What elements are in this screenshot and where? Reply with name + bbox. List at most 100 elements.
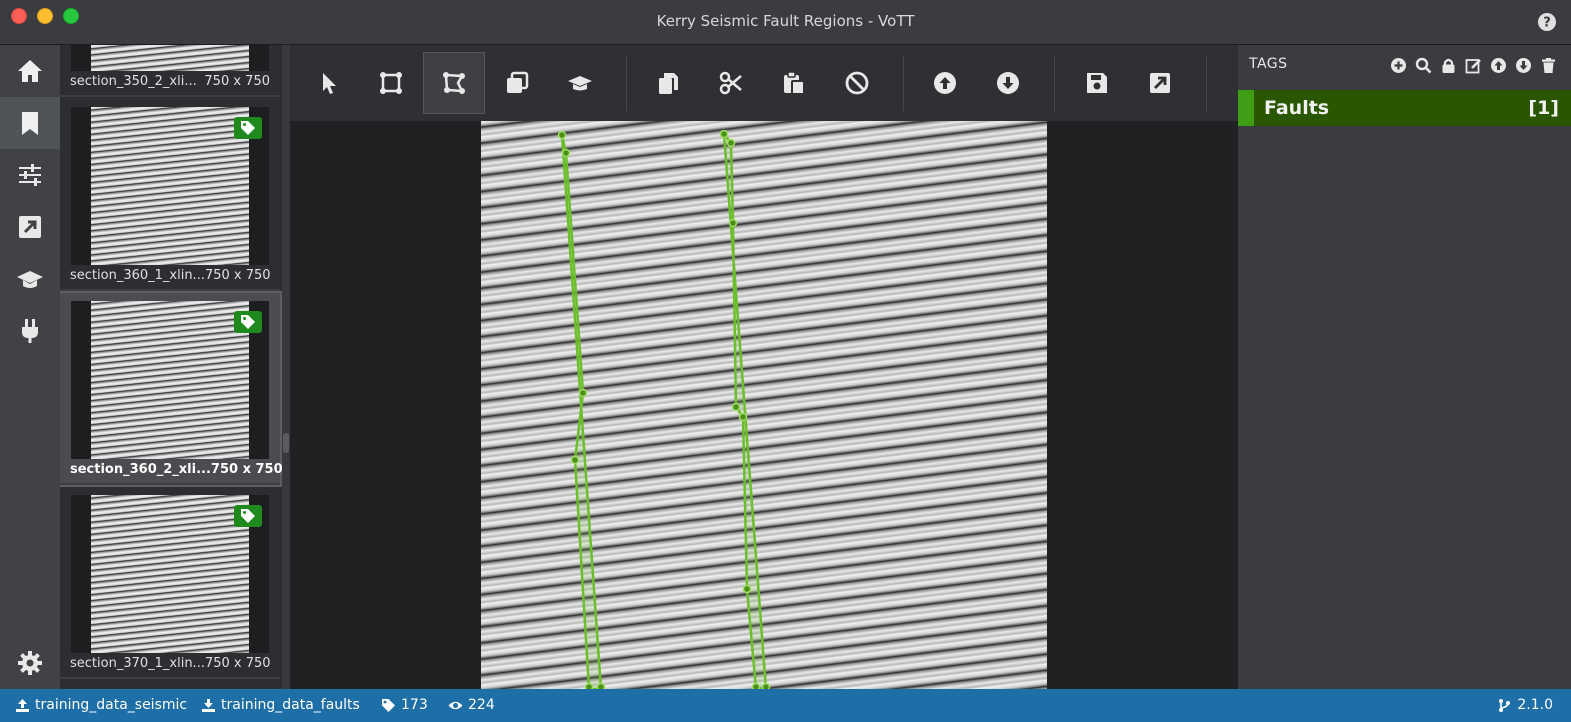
editor-canvas[interactable] xyxy=(290,121,1238,689)
target-connection-label: training_data_faults xyxy=(221,697,360,713)
tags-header: TAGS xyxy=(1249,56,1288,72)
pointer-icon xyxy=(323,73,336,94)
asset-thumbnail[interactable]: section_350_2_xli... 750 x 750 xyxy=(60,45,280,97)
next-asset-button[interactable] xyxy=(977,52,1039,114)
tag-icon xyxy=(241,509,255,523)
active-learning-icon xyxy=(568,76,592,91)
asset-filename: section_350_2_xli... xyxy=(70,74,197,89)
sidebar-item-app-settings[interactable] xyxy=(0,637,60,689)
edit-icon[interactable] xyxy=(1465,57,1482,74)
asset-filename: section_360_1_xlin... xyxy=(70,268,205,283)
seismic-section-image xyxy=(481,121,1047,689)
tagged-badge xyxy=(234,311,262,333)
move-down-icon[interactable] xyxy=(1515,57,1532,74)
copy-regions-button[interactable] xyxy=(637,52,699,114)
save-project-button[interactable] xyxy=(1066,52,1128,114)
download-icon xyxy=(202,698,215,712)
asset-preview-image xyxy=(71,45,269,71)
asset-thumbnail-selected[interactable]: section_360_2_xli... 750 x 750 xyxy=(60,291,282,487)
asset-label: section_360_1_xlin... 750 x 750 xyxy=(70,268,271,283)
toolbar-separator xyxy=(1206,55,1207,111)
tagged-badge xyxy=(234,117,262,139)
draw-polygon-button[interactable] xyxy=(423,52,485,114)
toolbar-separator xyxy=(1054,55,1055,111)
export-icon xyxy=(1150,73,1170,93)
lock-icon[interactable] xyxy=(1440,57,1457,74)
visited-count-value: 224 xyxy=(468,697,495,713)
sliders-icon xyxy=(19,164,41,186)
toolbar-separator xyxy=(626,55,627,111)
tagged-assets-count: 173 xyxy=(381,697,428,713)
tag-hotkey: [1] xyxy=(1528,97,1559,119)
clear-regions-button[interactable] xyxy=(826,52,888,114)
svg-text:?: ? xyxy=(1543,16,1551,31)
bookmark-icon xyxy=(22,112,38,135)
upload-icon xyxy=(16,698,29,712)
title-bar: Kerry Seismic Fault Regions - VoTT ? xyxy=(0,0,1571,45)
draw-rectangle-button[interactable] xyxy=(360,52,422,114)
search-icon[interactable] xyxy=(1415,57,1432,74)
cut-icon xyxy=(719,71,742,95)
paste-regions-button[interactable] xyxy=(763,52,825,114)
cut-regions-button[interactable] xyxy=(700,52,762,114)
asset-filename: section_370_1_xlin... xyxy=(70,656,205,671)
polygon-icon xyxy=(443,72,465,94)
next-asset-icon xyxy=(997,72,1019,94)
asset-thumbnail[interactable]: section_370_1_xlin... 750 x 750 xyxy=(60,487,280,679)
asset-filename: section_360_2_xli... xyxy=(70,462,211,477)
previous-asset-icon xyxy=(934,72,956,94)
asset-thumbnail[interactable]: section_360_1_xlin... 750 x 750 xyxy=(60,99,280,291)
copy-icon xyxy=(659,73,678,94)
sidebar-item-active-learning[interactable] xyxy=(0,253,60,305)
region-overlay xyxy=(557,129,771,689)
rectangle-icon xyxy=(380,72,402,94)
sidebar-item-settings[interactable] xyxy=(0,149,60,201)
gear-icon xyxy=(18,651,42,675)
toolbar-separator xyxy=(903,55,904,111)
tags-panel: TAGS Faults [1] xyxy=(1238,45,1571,689)
add-tag-icon[interactable] xyxy=(1390,57,1407,74)
tag-icon xyxy=(241,315,255,329)
app-version: 2.1.0 xyxy=(1497,697,1553,713)
sidebar-item-export[interactable] xyxy=(0,201,60,253)
export-project-button[interactable] xyxy=(1129,52,1191,114)
status-bar: training_data_seismic training_data_faul… xyxy=(0,689,1571,722)
previous-asset-button[interactable] xyxy=(914,52,976,114)
paste-icon xyxy=(784,71,805,95)
select-tool-button[interactable] xyxy=(297,52,359,114)
tag-toolbar xyxy=(1390,57,1557,74)
source-connection[interactable]: training_data_seismic xyxy=(15,697,187,713)
active-learning-button[interactable] xyxy=(549,52,611,114)
git-branch-icon xyxy=(1499,698,1511,712)
asset-label: section_370_1_xlin... 750 x 750 xyxy=(70,656,271,671)
asset-dimensions: 750 x 750 xyxy=(204,74,270,89)
asset-dimensions: 750 x 750 xyxy=(204,656,271,671)
visited-assets-count: 224 xyxy=(448,697,495,713)
clear-icon xyxy=(845,71,869,95)
fault-region[interactable] xyxy=(722,129,768,689)
sidebar-item-tag-editor[interactable] xyxy=(0,97,60,149)
fault-region[interactable] xyxy=(560,134,603,689)
asset-label: section_350_2_xli... 750 x 750 xyxy=(70,74,270,89)
copy-rectangle-icon xyxy=(507,71,529,93)
export-icon xyxy=(19,216,41,238)
asset-preview-list: section_350_2_xli... 750 x 750 section_3… xyxy=(60,45,282,689)
home-icon xyxy=(18,60,42,82)
copy-rectangle-button[interactable] xyxy=(486,52,548,114)
sidebar-item-home[interactable] xyxy=(0,45,60,97)
move-up-icon[interactable] xyxy=(1490,57,1507,74)
eye-icon xyxy=(448,701,463,709)
source-connection-label: training_data_seismic xyxy=(35,697,188,713)
app-sidebar xyxy=(0,45,60,689)
version-value: 2.1.0 xyxy=(1517,697,1553,713)
tag-item-faults[interactable]: Faults [1] xyxy=(1238,90,1571,126)
pane-splitter[interactable] xyxy=(282,45,290,689)
help-icon[interactable]: ? xyxy=(1537,12,1557,32)
save-icon xyxy=(1087,73,1107,93)
target-connection[interactable]: training_data_faults xyxy=(201,697,360,713)
splitter-grip[interactable] xyxy=(283,433,289,453)
asset-label: section_360_2_xli... 750 x 750 xyxy=(70,462,282,477)
tag-color-swatch xyxy=(1238,90,1254,126)
sidebar-item-connections[interactable] xyxy=(0,305,60,357)
trash-icon[interactable] xyxy=(1540,57,1557,74)
